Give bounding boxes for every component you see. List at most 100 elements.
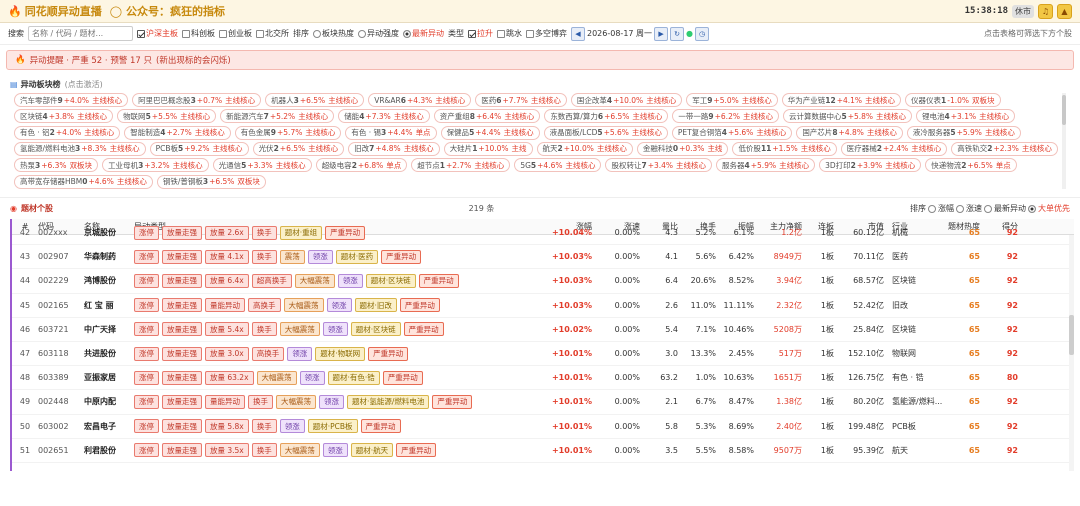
sector-tag[interactable]: 液冷服务器 5 +5.9% 主线核心 (906, 125, 1021, 140)
sector-tag[interactable]: 液晶面板/LCD 5 +5.6% 主线核心 (543, 125, 668, 140)
sector-tag[interactable]: 航天 2 +10.0% 主线核心 (536, 141, 633, 156)
sort-pct[interactable]: 涨幅 (938, 203, 954, 214)
filter-bjs[interactable]: 北交所 (256, 28, 289, 39)
checkbox[interactable] (256, 29, 264, 38)
sector-tag[interactable]: 军工 9 +5.0% 主线核心 (686, 93, 778, 107)
next-date-icon[interactable]: ▶ (654, 26, 669, 41)
table-row[interactable]: 46 603721 中广天择 涨停 放量走强 放量 5.4x 换手 大幅震荡 领涨 题材·区块链严… (12, 318, 1074, 342)
anomaly-type-pill: 大幅震荡 (256, 370, 297, 385)
checkbox[interactable] (526, 29, 534, 38)
sector-tag[interactable]: 高铁轨交 2 +2.3% 主线核心 (951, 141, 1058, 156)
sector-tag[interactable]: 医疗器械 2 +2.4% 主线核心 (840, 141, 948, 156)
sector-tag[interactable]: 有色 · 锡 3 +4.4% 单点 (345, 125, 437, 140)
sector-tag[interactable]: 金融科技 0 +0.3% 主线 (636, 141, 729, 156)
sector-tag[interactable]: 钢铁/普钢板 3 +6.5% 双板块 (156, 174, 266, 189)
sector-tag[interactable]: 云计算数据中心 5 +5.8% 主线核心 (782, 109, 913, 124)
checkbox[interactable] (468, 29, 476, 38)
sector-tag[interactable]: 高带宽存储器HBM 0 +4.6% 主线核心 (14, 174, 153, 189)
type-battle[interactable]: 多空博弈 (526, 28, 567, 39)
type-dive[interactable]: 跳水 (497, 28, 522, 39)
sector-tag[interactable]: 光通信 5 +3.3% 主线核心 (212, 158, 312, 173)
sector-tag[interactable]: 氢能源/燃料电池 3 +8.3% 主线核心 (14, 141, 146, 156)
type-rise[interactable]: 拉升 (468, 28, 493, 39)
sector-tag[interactable]: 华为产业链 12 +4.1% 主线核心 (781, 93, 902, 107)
sector-tag[interactable]: 低价股 11 +1.5% 主线核心 (732, 141, 837, 156)
sector-tag[interactable]: 阿里巴巴概念股 3 +0.7% 主线核心 (132, 93, 262, 107)
filter-hs-main[interactable]: 沪深主板 (137, 28, 178, 39)
sector-tag[interactable]: 5G 5 +4.6% 主线核心 (514, 158, 602, 173)
sector-tag[interactable]: 锂电池 4 +3.1% 主线核心 (916, 109, 1016, 124)
sector-tag[interactable]: 超节点 1 +2.7% 主线核心 (411, 158, 511, 173)
table-scrollbar[interactable] (1069, 235, 1074, 471)
sector-scrollbar[interactable] (1062, 93, 1066, 189)
radio[interactable] (955, 204, 964, 213)
checkbox[interactable] (137, 29, 145, 38)
sector-tag[interactable]: 股权转让 7 +3.4% 主线核心 (605, 158, 713, 173)
sector-tag[interactable]: 医药 6 +7.7% 主线核心 (475, 93, 567, 107)
clock-icon[interactable]: ◷ (695, 26, 710, 41)
sector-tag[interactable]: 3D打印 2 +3.9% 主线核心 (819, 158, 922, 173)
sector-tag[interactable]: VR&AR 6 +4.3% 主线核心 (368, 93, 472, 107)
sector-tag[interactable]: 新能源汽车 7 +5.2% 主线核心 (220, 109, 335, 124)
sector-tag[interactable]: 资产重组 8 +6.4% 主线核心 (433, 109, 541, 124)
table-row[interactable]: 47 603118 共进股份 涨停 放量走强 放量 3.0x 高换手 领涨 题材·物联网 严重异动… (12, 342, 1074, 367)
table-row[interactable]: 50 603002 宏昌电子 涨停 放量走强 放量 5.8x 换手 领涨 题材·PCB板 严重异动… (12, 415, 1074, 439)
sort-strength[interactable]: 异动强度 (358, 28, 399, 39)
bell-icon[interactable]: ♫ (1038, 3, 1053, 19)
radio[interactable] (358, 29, 366, 38)
sort-latest[interactable]: 最新异动 (403, 28, 444, 39)
radio[interactable] (403, 29, 411, 38)
table-row[interactable]: 48 603389 亚振家居 涨停 放量走强 放量 63.2x 大幅震荡 领涨 题材·有色·锆严… (12, 366, 1074, 391)
radio[interactable] (313, 29, 321, 38)
sector-tag[interactable]: 保健品 5 +4.4% 主线核心 (440, 125, 540, 140)
sector-tag[interactable]: 国企改革 4 +10.0% 主线核心 (570, 93, 683, 107)
table-row[interactable]: 51 002651 利君股份 涨停 放量走强 放量 3.5x 换手 大幅震荡 领涨 题材·航天 严重… (12, 439, 1074, 463)
sector-tag[interactable]: 物联网 5 +5.5% 主线核心 (117, 109, 217, 124)
sector-tag[interactable]: 服务器 4 +5.9% 主线核心 (716, 158, 816, 173)
table-row[interactable]: 45 002165 红 宝 丽 涨停 放量走强 量能异动 高换手 大幅震荡 领涨 题材·旧改 严重异… (12, 294, 1074, 318)
sector-tag[interactable]: 光伏 2 +6.5% 主线核心 (252, 141, 345, 156)
sector-tag[interactable]: 东数西算/算力 6 +6.5% 主线核心 (544, 109, 669, 124)
sector-tag[interactable]: 有色 · 铝 2 +4.0% 主线核心 (14, 125, 121, 140)
filter-cyb[interactable]: 创业板 (219, 28, 252, 39)
sector-tag[interactable]: 汽车零部件 9 +4.0% 主线核心 (14, 93, 129, 107)
table-row[interactable]: 43 002907 华森制药 涨停 放量走强 放量 4.1x 换手 震荡 领涨 题材·医药 严重异动… (12, 245, 1074, 270)
sector-tag[interactable]: 快递物流 2 +6.5% 单点 (925, 158, 1017, 173)
sort-latest-move[interactable]: 最新异动 (994, 203, 1026, 214)
radio[interactable] (983, 204, 992, 213)
sector-tag[interactable]: 超级电容 2 +6.8% 单点 (315, 158, 408, 173)
checkbox[interactable] (497, 29, 505, 38)
table-row[interactable]: 44 002229 鸿博股份 涨停 放量走强 放量 6.4x 超高换手 大幅震荡 领涨 题材·区块… (12, 269, 1074, 294)
sector-tag-pct: +6.5% (209, 177, 235, 187)
filter-kcb[interactable]: 科创板 (182, 28, 215, 39)
sector-tag[interactable]: 区块链 4 +3.8% 主线核心 (14, 109, 114, 124)
table-row[interactable]: 49 002448 中原内配 涨停 放量走强 量能异动 换手 大幅震荡 领涨 题材·氢能源/燃料电… (12, 390, 1074, 415)
radio[interactable] (1027, 204, 1036, 213)
alert-icon[interactable]: ▲ (1057, 3, 1072, 19)
date-picker[interactable]: ◀ 2026-08-17 周一 ▶ ↻ ● ◷ (571, 26, 710, 41)
sector-tag[interactable]: 工业母机 3 +3.2% 主线核心 (102, 158, 209, 173)
prev-date-icon[interactable]: ◀ (571, 26, 585, 41)
refresh-icon[interactable]: ↻ (670, 26, 685, 41)
sector-tag[interactable]: 仪器仪表 1 -1.0% 双板块 (905, 93, 1001, 107)
sector-tag[interactable]: 有色金属 9 +5.7% 主线核心 (234, 125, 342, 140)
sort-sector-heat[interactable]: 板块热度 (313, 28, 354, 39)
sector-tag[interactable]: 热泵 3 +6.3% 双板块 (14, 158, 99, 173)
checkbox[interactable] (182, 29, 190, 38)
sector-tag[interactable]: 智能制造 4 +2.7% 主线核心 (124, 125, 231, 140)
sector-tag[interactable]: PET复合铜箔 4 +5.6% 主线核心 (671, 125, 793, 140)
sort-speed[interactable]: 涨速 (966, 203, 982, 214)
search-input[interactable] (28, 26, 133, 41)
sector-tag[interactable]: 一带一路 9 +6.2% 主线核心 (672, 109, 779, 124)
sector-tag[interactable]: 旧改 7 +4.8% 主线核心 (348, 141, 440, 156)
row-num: 43 (19, 252, 31, 262)
sector-tag[interactable]: PCB板 5 +9.2% 主线核心 (149, 141, 249, 156)
sector-tag[interactable]: 储能 4 +7.3% 主线核心 (338, 109, 430, 124)
radio[interactable] (927, 204, 936, 213)
sector-tag[interactable]: 国产芯片 8 +4.8% 主线核心 (796, 125, 903, 140)
date-value[interactable]: 2026-08-17 周一 (587, 28, 652, 39)
sector-tag[interactable]: 大硅片 1 +10.0% 主线 (443, 141, 533, 156)
checkbox[interactable] (219, 29, 227, 38)
sector-tag[interactable]: 机器人 3 +6.5% 主线核心 (265, 93, 365, 107)
sort-big-order[interactable]: 大单优先 (1038, 203, 1070, 214)
